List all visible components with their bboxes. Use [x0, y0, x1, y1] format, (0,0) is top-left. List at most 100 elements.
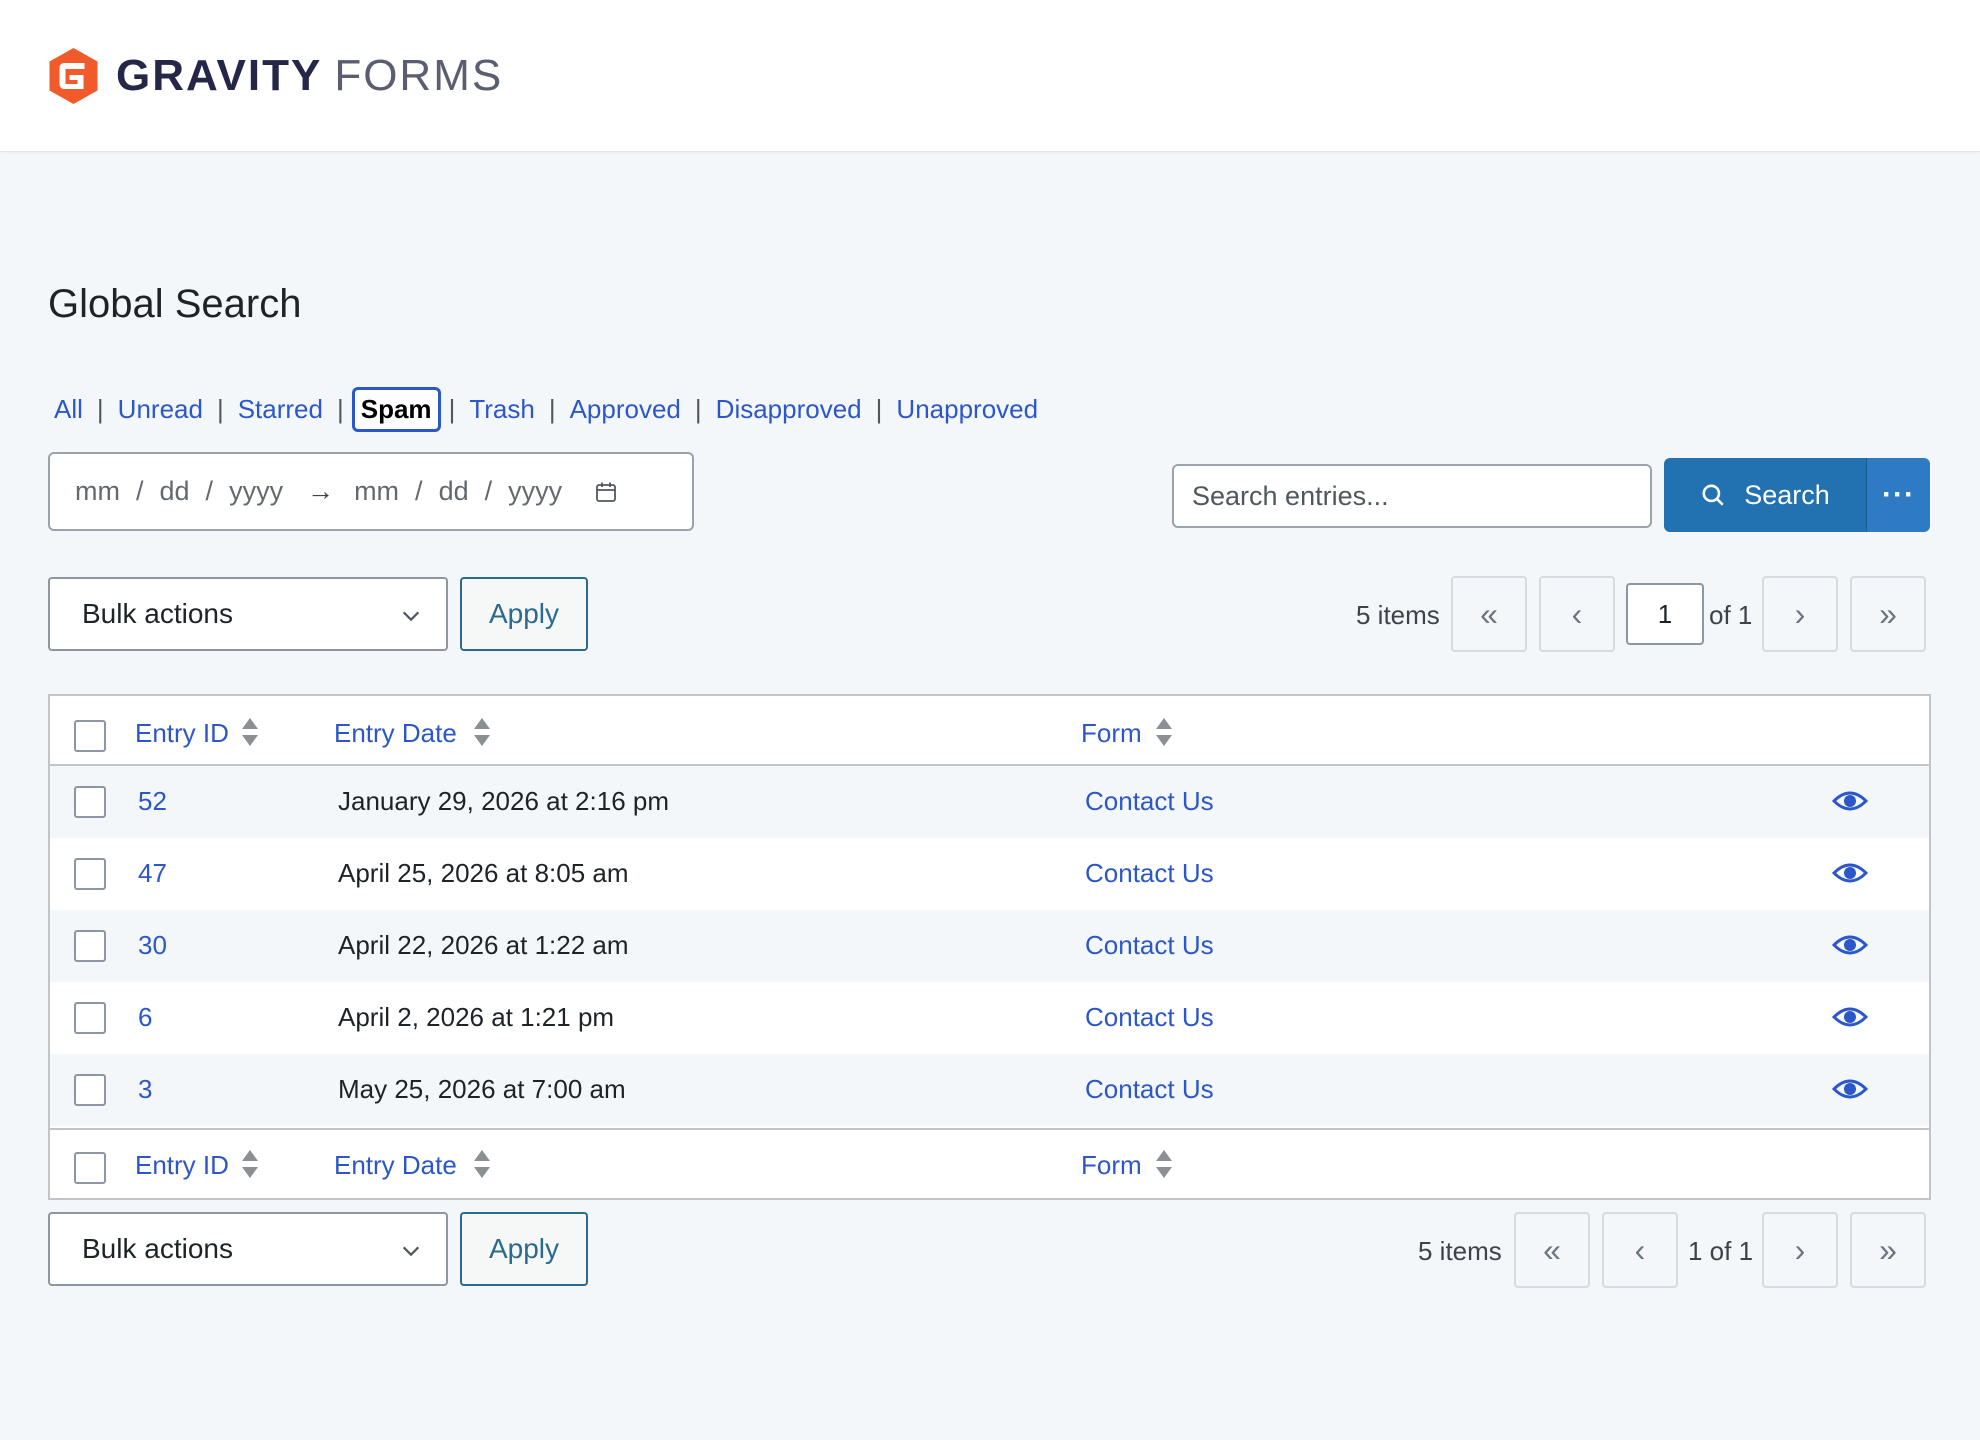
form-link[interactable]: Contact Us	[1085, 1074, 1214, 1105]
row-checkbox[interactable]	[74, 786, 106, 818]
select-all-checkbox-footer[interactable]	[74, 1152, 106, 1184]
logo-word-forms: FORMS	[334, 51, 504, 100]
next-page-button-top[interactable]: ›	[1762, 576, 1838, 652]
filter-all[interactable]: All	[52, 394, 85, 425]
form-link[interactable]: Contact Us	[1085, 1002, 1214, 1033]
prev-page-button-top[interactable]: ‹	[1539, 576, 1615, 652]
column-entry-id[interactable]: Entry ID	[135, 718, 229, 749]
column-form[interactable]: Form	[1081, 1150, 1142, 1181]
entry-id-link[interactable]: 6	[138, 1002, 152, 1033]
sort-icon[interactable]	[240, 1148, 260, 1180]
column-form[interactable]: Form	[1081, 718, 1142, 749]
column-entry-date[interactable]: Entry Date	[334, 1150, 457, 1181]
filter-unapproved[interactable]: Unapproved	[894, 394, 1040, 425]
next-page-button-bottom[interactable]: ›	[1762, 1212, 1838, 1288]
end-month-field[interactable]: mm	[354, 476, 399, 507]
entry-id-link[interactable]: 47	[138, 858, 167, 889]
entry-id-link[interactable]: 3	[138, 1074, 152, 1105]
total-pages-label-top: of 1	[1709, 600, 1753, 630]
start-month-field[interactable]: mm	[75, 476, 120, 507]
top-bar: GRAVITY FORMS	[0, 0, 1980, 152]
filter-separator: |	[216, 393, 224, 424]
filter-spam[interactable]: Spam	[351, 386, 441, 432]
filter-starred[interactable]: Starred	[236, 394, 325, 425]
gravity-forms-logo[interactable]: GRAVITY FORMS	[47, 47, 503, 105]
sort-icon[interactable]	[472, 716, 492, 748]
ellipsis-icon: ···	[1882, 478, 1915, 511]
table-row[interactable]: 30 April 22, 2026 at 1:22 am Contact Us	[50, 910, 1929, 982]
entry-date: January 29, 2026 at 2:16 pm	[338, 786, 670, 816]
eye-icon[interactable]	[1832, 1004, 1868, 1030]
sort-icon[interactable]	[472, 1148, 492, 1180]
filter-disapproved[interactable]: Disapproved	[714, 394, 864, 425]
table-row[interactable]: 6 April 2, 2026 at 1:21 pm Contact Us	[50, 982, 1929, 1054]
search-button[interactable]: Search	[1664, 458, 1866, 532]
select-all-checkbox[interactable]	[74, 720, 106, 752]
row-checkbox[interactable]	[74, 930, 106, 962]
bulk-actions-select-top[interactable]: Bulk actions	[48, 577, 448, 651]
sort-icon[interactable]	[1154, 716, 1174, 748]
apply-button-top[interactable]: Apply	[460, 577, 588, 651]
entry-date: April 25, 2026 at 8:05 am	[338, 858, 629, 888]
eye-icon[interactable]	[1832, 932, 1868, 958]
filter-unread[interactable]: Unread	[116, 394, 205, 425]
entries-table: Entry ID Entry Date Form 52 January 29, …	[48, 694, 1931, 1200]
form-link[interactable]: Contact Us	[1085, 786, 1214, 817]
items-count-bottom: 5 items	[1418, 1236, 1502, 1266]
date-separator: /	[135, 476, 144, 506]
sort-icon[interactable]	[1154, 1148, 1174, 1180]
row-checkbox[interactable]	[74, 1074, 106, 1106]
table-footer: Entry ID Entry Date Form	[50, 1128, 1929, 1198]
column-entry-id[interactable]: Entry ID	[135, 1150, 229, 1181]
filter-separator: |	[694, 393, 702, 424]
eye-icon[interactable]	[1832, 1076, 1868, 1102]
entry-date: April 2, 2026 at 1:21 pm	[338, 1002, 615, 1032]
eye-icon[interactable]	[1832, 860, 1868, 886]
date-range-picker[interactable]: mm / dd / yyyy → mm / dd / yyyy	[48, 452, 694, 531]
date-separator: /	[484, 476, 493, 506]
apply-button-bottom[interactable]: Apply	[460, 1212, 588, 1286]
eye-icon[interactable]	[1832, 788, 1868, 814]
table-row[interactable]: 52 January 29, 2026 at 2:16 pm Contact U…	[50, 766, 1929, 838]
first-page-button-top[interactable]: «	[1451, 576, 1527, 652]
last-page-button-bottom[interactable]: »	[1850, 1212, 1926, 1288]
filter-trash[interactable]: Trash	[467, 394, 537, 425]
row-checkbox[interactable]	[74, 1002, 106, 1034]
end-year-field[interactable]: yyyy	[508, 476, 562, 507]
table-row[interactable]: 3 May 25, 2026 at 7:00 am Contact Us	[50, 1054, 1929, 1126]
bulk-actions-label: Bulk actions	[82, 1233, 233, 1264]
row-checkbox[interactable]	[74, 858, 106, 890]
search-options-button[interactable]: ···	[1866, 458, 1930, 532]
logo-word-gravity: GRAVITY	[116, 51, 323, 100]
date-separator: /	[205, 476, 214, 506]
date-separator: /	[415, 476, 423, 506]
page-of-label-bottom: 1 of 1	[1688, 1236, 1754, 1266]
calendar-icon[interactable]	[594, 480, 618, 504]
search-entries-input[interactable]	[1172, 464, 1652, 528]
filter-approved[interactable]: Approved	[568, 394, 683, 425]
entry-id-link[interactable]: 52	[138, 786, 167, 817]
filter-separator: |	[875, 393, 883, 424]
end-day-field[interactable]: dd	[439, 476, 469, 507]
last-page-button-top[interactable]: »	[1850, 576, 1926, 652]
column-entry-date[interactable]: Entry Date	[334, 718, 457, 749]
bulk-actions-select-bottom[interactable]: Bulk actions	[48, 1212, 448, 1286]
entry-filter-links: All | Unread | Starred | Spam | Trash | Appro…	[52, 385, 1040, 433]
arrow-right-icon: →	[307, 476, 335, 506]
start-day-field[interactable]: dd	[160, 476, 190, 507]
table-row[interactable]: 47 April 25, 2026 at 8:05 am Contact Us	[50, 838, 1929, 910]
prev-page-button-bottom[interactable]: ‹	[1602, 1212, 1678, 1288]
start-year-field[interactable]: yyyy	[229, 476, 283, 507]
page-title: Global Search	[48, 282, 302, 326]
table-header: Entry ID Entry Date Form	[50, 696, 1929, 766]
search-icon	[1702, 484, 1724, 506]
entry-id-link[interactable]: 30	[138, 930, 167, 961]
form-link[interactable]: Contact Us	[1085, 930, 1214, 961]
filter-separator: |	[448, 393, 456, 424]
form-link[interactable]: Contact Us	[1085, 858, 1214, 889]
current-page-input[interactable]	[1626, 583, 1704, 645]
items-count-top: 5 items	[1356, 600, 1440, 630]
entry-date: May 25, 2026 at 7:00 am	[338, 1074, 626, 1104]
sort-icon[interactable]	[240, 716, 260, 748]
first-page-button-bottom[interactable]: «	[1514, 1212, 1590, 1288]
